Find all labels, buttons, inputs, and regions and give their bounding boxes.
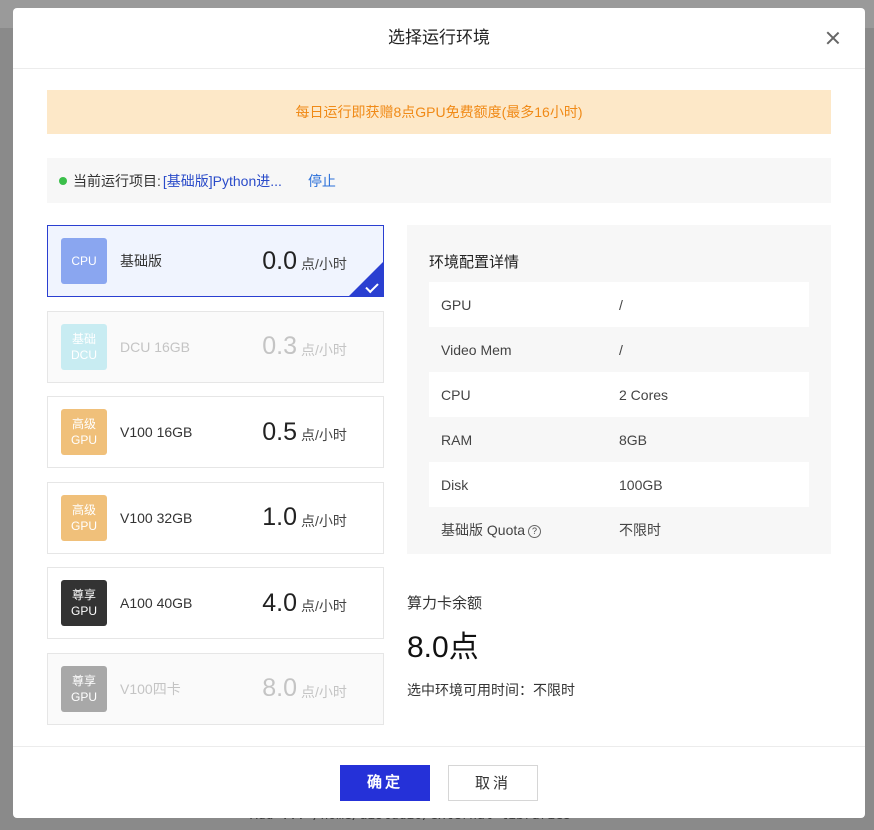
detail-key-text: Video Mem bbox=[441, 341, 512, 358]
environment-tier-icon: 尊享 GPU bbox=[61, 580, 107, 626]
detail-key: 基础版 Quota? bbox=[441, 520, 619, 540]
environment-tier-icon: 基础 DCU bbox=[61, 323, 107, 370]
question-icon[interactable]: ? bbox=[528, 524, 542, 538]
detail-value: 不限时 bbox=[619, 521, 661, 538]
balance-label: 算力卡余额 bbox=[407, 595, 483, 612]
cancel-button[interactable]: 取消 bbox=[448, 765, 538, 801]
tier-icon-line1: 高级 bbox=[71, 417, 96, 431]
detail-key: Disk bbox=[441, 477, 619, 493]
selected-corner bbox=[349, 262, 383, 296]
environment-price: 0.3 bbox=[262, 332, 297, 360]
environment-details: 环境配置详情 GPU / Video Mem / CPU 2 Cores RAM 8GB Dis… bbox=[407, 225, 831, 554]
tier-icon-line2: GPU bbox=[70, 689, 97, 704]
environment-option: 基础 DCU DCU 16GB 0.3 点/小时 bbox=[47, 310, 384, 383]
environment-price: 1.0 bbox=[262, 503, 297, 531]
environment-option: 尊享 GPU V100四卡 8.0 点/小时 bbox=[47, 652, 384, 725]
close-icon[interactable] bbox=[821, 26, 845, 50]
balance-value: 8.0点 bbox=[407, 631, 479, 664]
environment-tier-icon: CPU bbox=[61, 238, 107, 284]
dialog-title: 选择运行环境 bbox=[388, 28, 490, 47]
environment-list: CPU 基础版 0.0 点/小时 基础 DCU DCU 16GB 0.3 点/小时 高级 GPU V1… bbox=[47, 225, 384, 738]
detail-row: 基础版 Quota? 不限时 bbox=[429, 507, 809, 552]
detail-key: RAM bbox=[441, 432, 619, 448]
tier-icon-line2: GPU bbox=[70, 604, 97, 618]
tier-icon-line2: GPU bbox=[70, 433, 97, 447]
detail-row: GPU / bbox=[429, 282, 809, 327]
dialog-footer: 确定 取消 bbox=[13, 746, 865, 818]
running-status-dot bbox=[59, 176, 67, 185]
tier-icon-line1: 尊享 bbox=[71, 673, 96, 688]
environment-name: 基础版 bbox=[120, 253, 162, 269]
environment-option[interactable]: 高级 GPU V100 16GB 0.5 点/小时 bbox=[47, 396, 384, 468]
price-unit: 点/小时 bbox=[301, 512, 347, 529]
current-project-label: 当前运行项目: bbox=[73, 172, 161, 189]
environment-option[interactable]: CPU 基础版 0.0 点/小时 bbox=[47, 225, 384, 297]
detail-value: / bbox=[619, 341, 623, 358]
available-time: 选中环境可用时间：不限时 bbox=[407, 682, 575, 698]
tier-icon-line1: 尊享 bbox=[71, 588, 96, 602]
environment-name: V100 16GB bbox=[120, 424, 193, 440]
environment-price: 4.0 bbox=[262, 588, 297, 617]
price-unit: 点/小时 bbox=[301, 683, 347, 700]
details-title: 环境配置详情 bbox=[429, 254, 520, 271]
stop-link[interactable]: 停止 bbox=[308, 171, 336, 191]
environment-tier-icon: 高级 GPU bbox=[61, 494, 107, 541]
tier-icon-line1: CPU bbox=[71, 254, 97, 268]
detail-key-text: 基础版 Quota bbox=[441, 521, 526, 538]
price-unit: 点/小时 bbox=[301, 598, 347, 614]
detail-key-text: RAM bbox=[441, 431, 473, 448]
environment-option[interactable]: 尊享 GPU A100 40GB 4.0 点/小时 bbox=[47, 567, 384, 639]
detail-key-text: GPU bbox=[441, 296, 472, 313]
environment-price: 0.0 bbox=[262, 246, 297, 275]
environment-tier-icon: 尊享 GPU bbox=[61, 665, 107, 712]
confirm-button[interactable]: 确定 bbox=[340, 765, 430, 801]
detail-row: CPU 2 Cores bbox=[429, 372, 809, 417]
detail-key-text: CPU bbox=[441, 386, 471, 403]
tier-icon-line2: GPU bbox=[70, 518, 97, 533]
detail-value: / bbox=[619, 296, 623, 313]
environment-name: A100 40GB bbox=[120, 595, 193, 611]
environment-price: 8.0 bbox=[262, 674, 297, 702]
current-project-bar: 当前运行项目: [基础版]Python进... 停止 bbox=[47, 158, 831, 203]
detail-row: Disk 100GB bbox=[429, 462, 809, 507]
tier-icon-line1: 高级 bbox=[71, 502, 96, 517]
current-project-name[interactable]: [基础版]Python进... bbox=[163, 171, 282, 191]
detail-value: 8GB bbox=[619, 431, 648, 448]
environment-name: DCU 16GB bbox=[120, 338, 191, 355]
price-unit: 点/小时 bbox=[301, 256, 347, 272]
detail-row: Video Mem / bbox=[429, 327, 809, 372]
tier-icon-line2: DCU bbox=[71, 347, 97, 362]
detail-key-text: Disk bbox=[441, 476, 469, 493]
select-environment-dialog: 选择运行环境 每日运行即获赠8点GPU免费额度(最多16小时) 当前运行项目: … bbox=[13, 8, 865, 818]
environment-option[interactable]: 高级 GPU V100 32GB 1.0 点/小时 bbox=[47, 481, 384, 554]
detail-key: CPU bbox=[441, 387, 619, 403]
price-unit: 点/小时 bbox=[301, 427, 347, 443]
environment-name: V100 32GB bbox=[120, 509, 193, 526]
price-unit: 点/小时 bbox=[301, 341, 347, 358]
detail-value: 100GB bbox=[619, 476, 663, 493]
free-quota-notice: 每日运行即获赠8点GPU免费额度(最多16小时) bbox=[47, 90, 831, 134]
detail-key: Video Mem bbox=[441, 342, 619, 358]
environment-tier-icon: 高级 GPU bbox=[61, 409, 107, 455]
detail-key: GPU bbox=[441, 297, 619, 313]
detail-row: RAM 8GB bbox=[429, 417, 809, 462]
environment-name: V100四卡 bbox=[120, 680, 181, 697]
dialog-header: 选择运行环境 bbox=[13, 8, 865, 69]
tier-icon-line1: 基础 bbox=[71, 331, 96, 346]
detail-value: 2 Cores bbox=[619, 386, 669, 403]
environment-price: 0.5 bbox=[262, 417, 297, 446]
